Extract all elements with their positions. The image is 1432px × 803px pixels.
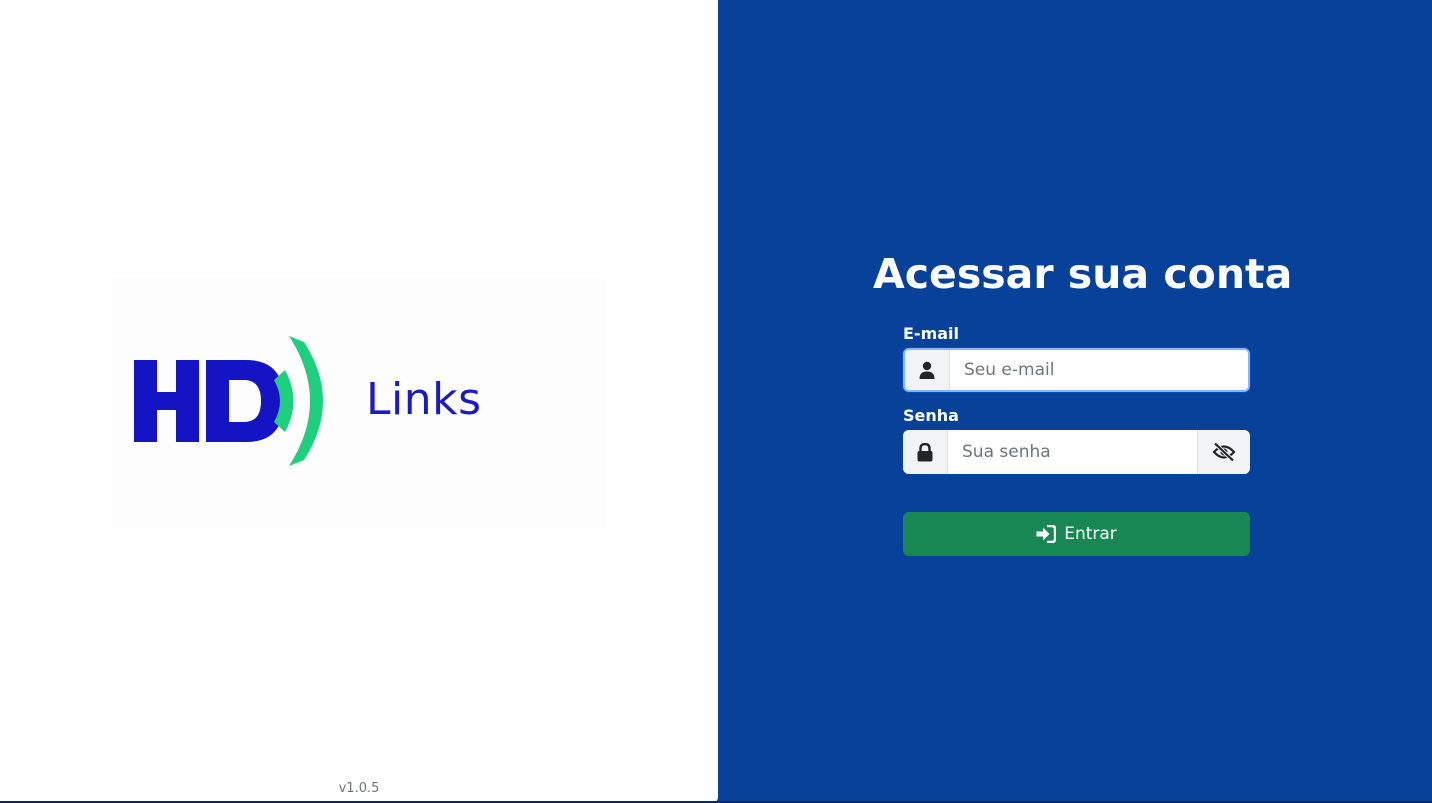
version-label: v1.0.5 (338, 781, 380, 796)
password-label: Senha (903, 406, 959, 425)
brand-panel: Links v1.0.5 (0, 0, 718, 803)
user-icon (905, 350, 950, 390)
email-input-group (903, 348, 1250, 392)
email-input[interactable] (950, 350, 1248, 390)
login-button-label: Entrar (1064, 524, 1117, 544)
eye-slash-icon (1212, 442, 1236, 462)
hd-signal-logo-icon (134, 336, 323, 466)
lock-icon (903, 430, 948, 474)
page-title: Acessar sua conta (873, 250, 1293, 298)
password-input-group (903, 430, 1250, 474)
sign-in-icon (1036, 525, 1057, 543)
logo: Links (112, 278, 606, 528)
login-button[interactable]: Entrar (903, 512, 1250, 556)
password-input[interactable] (948, 430, 1197, 474)
logo-text: Links (366, 374, 482, 425)
toggle-password-visibility-button[interactable] (1197, 430, 1250, 474)
email-label: E-mail (903, 324, 960, 343)
login-page: Links v1.0.5 Acessar sua conta E-mail Se… (0, 0, 1432, 803)
login-panel: Acessar sua conta E-mail Senha (718, 0, 1432, 803)
